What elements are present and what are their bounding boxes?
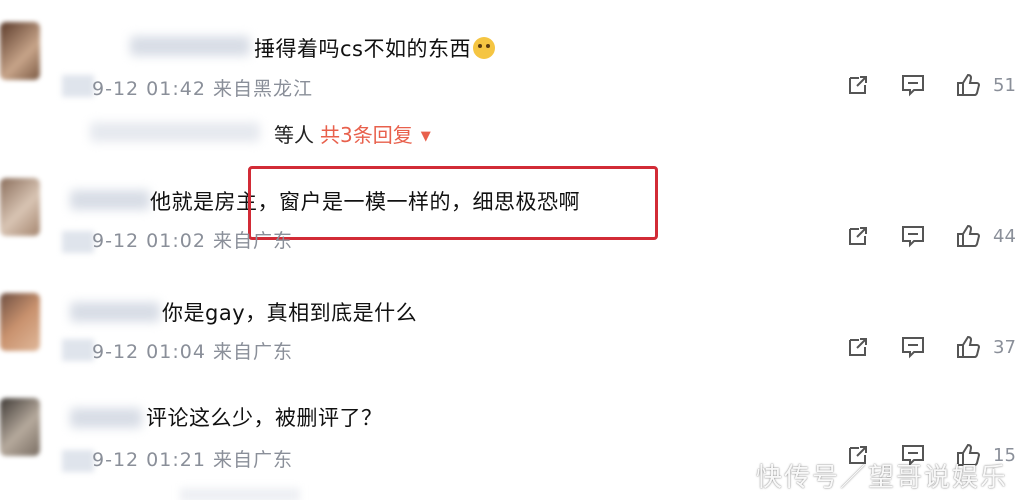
comment-icon[interactable] (900, 223, 926, 249)
watermark: 快传号／望哥说娱乐 (755, 463, 1008, 493)
share-icon[interactable] (845, 223, 871, 249)
thumbs-up-icon[interactable] (955, 334, 981, 360)
meta-blurred (62, 231, 94, 253)
thumbs-up-icon[interactable] (955, 72, 981, 98)
share-icon[interactable] (845, 72, 871, 98)
replies-prefix: 等人 (274, 123, 314, 147)
username-blurred (130, 36, 250, 56)
username-blurred (70, 302, 160, 322)
meta-blurred (62, 450, 94, 472)
comment-text: 你是gay，真相到底是什么 (162, 301, 418, 325)
share-icon[interactable] (845, 334, 871, 360)
avatar[interactable] (0, 293, 40, 351)
like-count: 37 (993, 337, 1016, 358)
username-blurred (70, 408, 142, 428)
comment-text: 捶得着吗cs不如的东西 (254, 33, 495, 63)
meta-blurred (62, 339, 94, 361)
comment-list: 捶得着吗cs不如的东西 9-12 01:42 来自黑龙江 51 等人 共3条回复 ▼… (0, 0, 1016, 500)
like-count: 51 (993, 75, 1016, 96)
comment-meta: 9-12 01:42 来自黑龙江 (92, 78, 313, 100)
comment-meta: 9-12 01:04 来自广东 (92, 341, 293, 363)
thumbs-up-icon[interactable] (955, 223, 981, 249)
view-replies-link[interactable]: 等人 共3条回复 ▼ (274, 119, 431, 148)
comment-icon[interactable] (900, 334, 926, 360)
meta-blurred (62, 75, 94, 97)
comment-icon[interactable] (900, 72, 926, 98)
username-blurred (70, 190, 150, 210)
comment-meta: 9-12 01:02 来自广东 (92, 230, 293, 252)
comment-text: 评论这么少，被删评了？ (146, 406, 383, 430)
smile-emoji-icon (473, 37, 495, 59)
reply-user-blurred (90, 122, 260, 142)
avatar[interactable] (0, 22, 40, 80)
like-count: 44 (993, 226, 1016, 247)
highlight-box (248, 166, 658, 240)
avatar[interactable] (0, 398, 40, 456)
comment-meta: 9-12 01:21 来自广东 (92, 449, 293, 471)
replies-total: 共3条回复 (320, 123, 413, 147)
avatar[interactable] (0, 178, 40, 236)
chevron-down-icon: ▼ (420, 129, 431, 144)
next-item-blurred (180, 488, 300, 500)
